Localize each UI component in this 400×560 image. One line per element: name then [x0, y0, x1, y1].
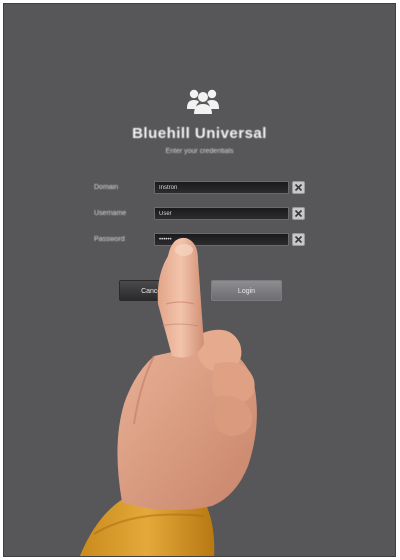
login-screen: Bluehill Universal Enter your credential… [3, 3, 396, 557]
pointing-hand-image [79, 237, 257, 556]
